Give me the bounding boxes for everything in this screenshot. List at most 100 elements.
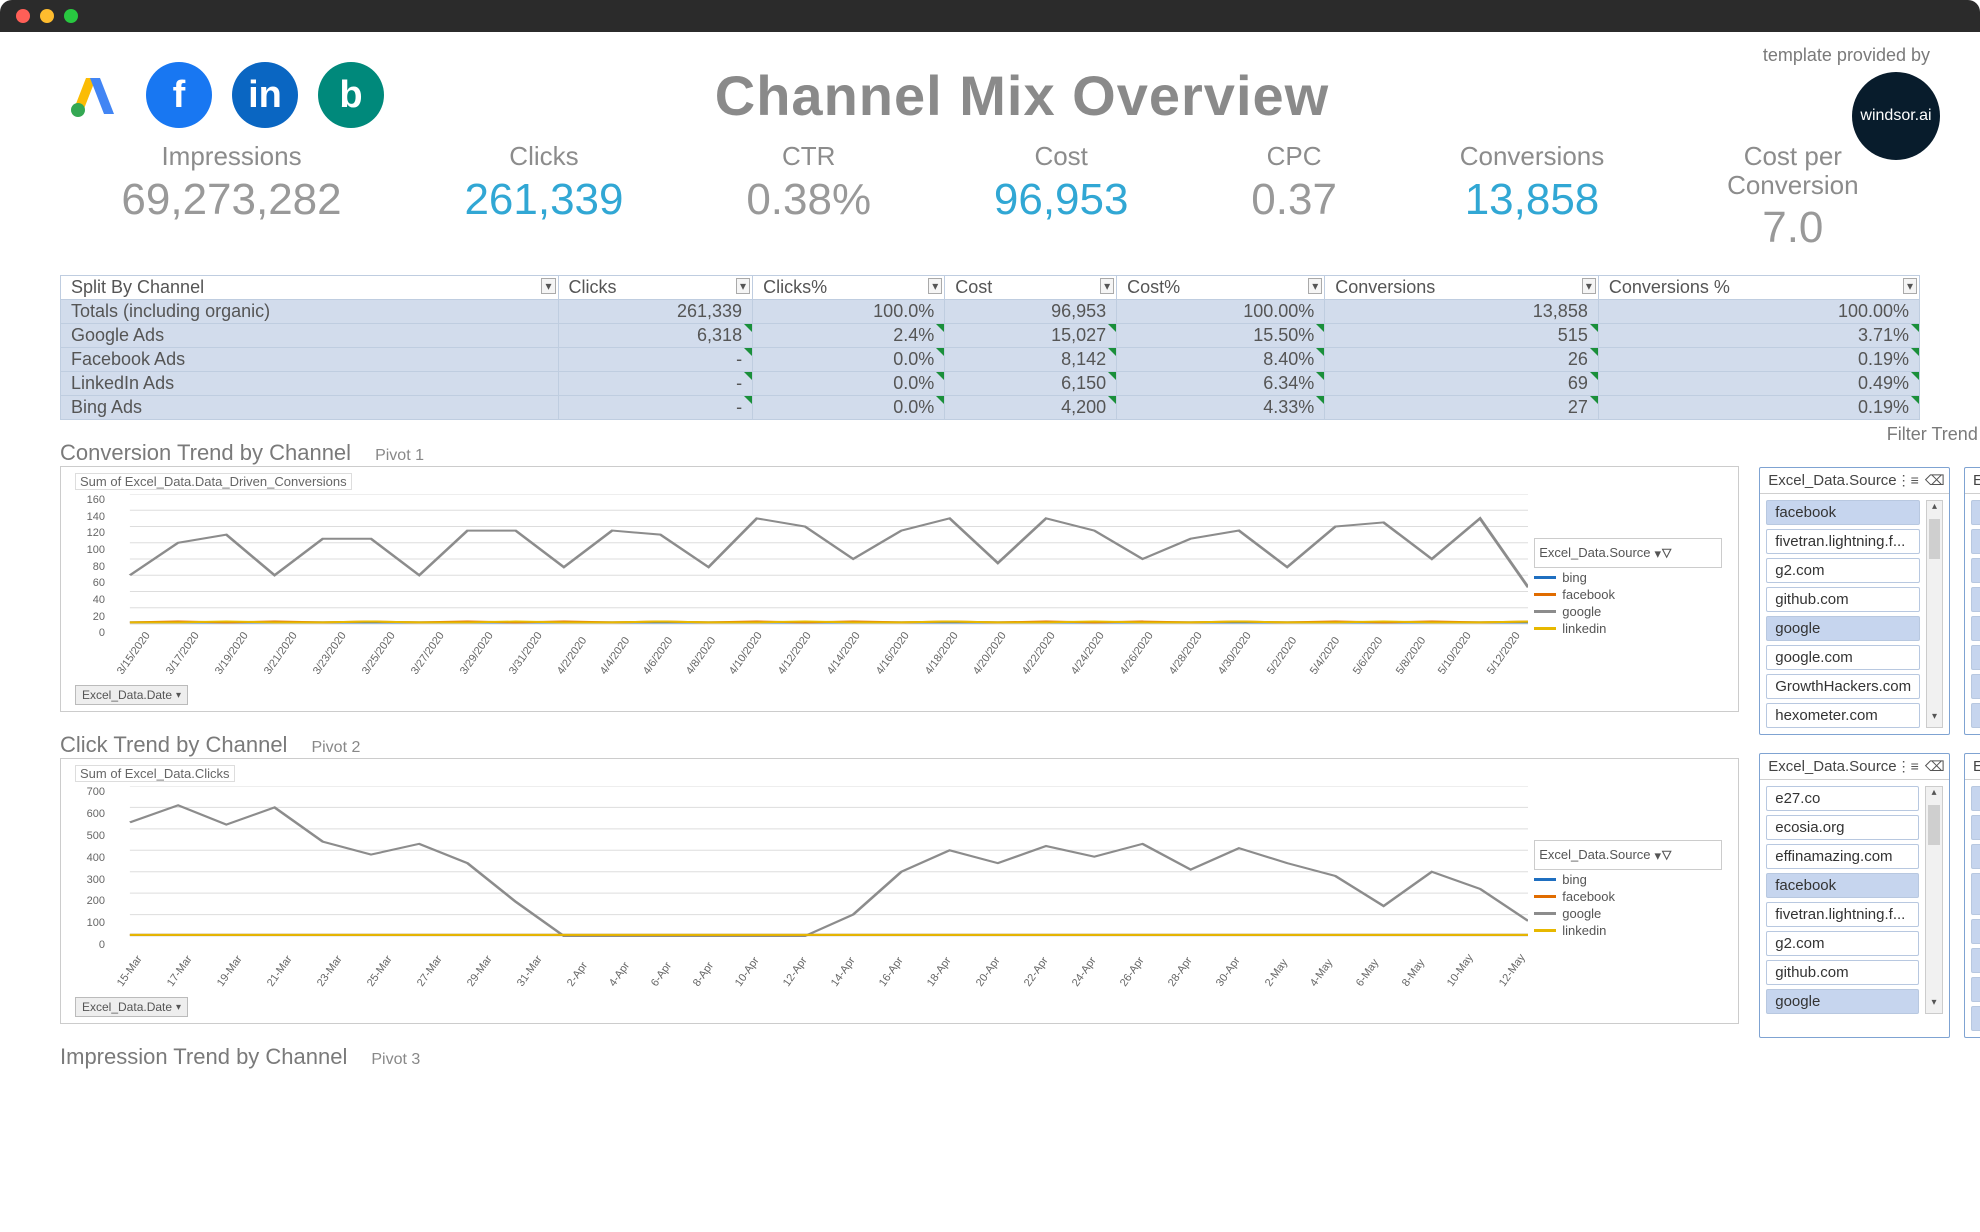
slicer-title: Excel_Data.Camp... bbox=[1973, 472, 1980, 489]
chart1-date-field[interactable]: Excel_Data.Date▾ bbox=[75, 685, 188, 705]
chart1-title: Conversion Trend by Channel bbox=[60, 440, 351, 466]
column-header[interactable]: Cost▾ bbox=[945, 276, 1117, 300]
slicer-item[interactable]: brand-search-global bbox=[1971, 616, 1980, 641]
filter-dropdown-icon[interactable]: ▾ bbox=[928, 278, 942, 294]
column-header[interactable]: Clicks%▾ bbox=[753, 276, 945, 300]
multi-select-icon[interactable]: ⋮≡ bbox=[1897, 758, 1919, 775]
google-ads-logo bbox=[60, 62, 126, 128]
filter-dropdown-icon[interactable]: ▾ bbox=[1582, 278, 1596, 294]
kpi-value: 261,339 bbox=[464, 175, 623, 225]
column-header[interactable]: Conversions▾ bbox=[1325, 276, 1599, 300]
legend-item[interactable]: bing bbox=[1534, 872, 1722, 887]
conversion-trend-chart: Sum of Excel_Data.Data_Driven_Conversion… bbox=[60, 466, 1739, 712]
filter-dropdown-icon[interactable]: ▾ bbox=[736, 278, 750, 294]
filter-dropdown-icon[interactable]: ▾ bbox=[541, 278, 555, 294]
slicer-item[interactable]: facebook bbox=[1766, 500, 1920, 525]
bing-logo: b bbox=[318, 62, 384, 128]
window-titlebar bbox=[0, 0, 1980, 32]
kpi-value: 13,858 bbox=[1460, 175, 1605, 225]
chart1-pivot: Pivot 1 bbox=[375, 447, 424, 465]
slicer-item[interactable]: How-to-load-your-... bbox=[1971, 977, 1980, 1002]
kpi-value: 69,273,282 bbox=[121, 175, 341, 225]
scrollbar[interactable]: ▴▾ bbox=[1925, 786, 1943, 1014]
column-header[interactable]: Clicks▾ bbox=[558, 276, 753, 300]
filter-icon[interactable]: ▾🜄 bbox=[1655, 540, 1673, 566]
filter-dropdown-icon[interactable]: ▾ bbox=[1308, 278, 1322, 294]
close-window[interactable] bbox=[16, 9, 30, 23]
legend-item[interactable]: facebook bbox=[1534, 889, 1722, 904]
slicer-item[interactable]: hexometer.com bbox=[1766, 703, 1920, 728]
chart3-title: Impression Trend by Channel bbox=[60, 1044, 347, 1070]
column-header[interactable]: Conversions %▾ bbox=[1598, 276, 1919, 300]
facebook-logo: f bbox=[146, 62, 212, 128]
clear-filter-icon[interactable]: ⌫ bbox=[1925, 758, 1945, 775]
split-by-channel-table: Split By Channel▾Clicks▾Clicks%▾Cost▾Cos… bbox=[60, 275, 1920, 420]
table-row: LinkedIn Ads-0.0%6,1506.34%690.49% bbox=[61, 372, 1920, 396]
minimize-window[interactable] bbox=[40, 9, 54, 23]
slicer-item[interactable]: facebook bbox=[1971, 844, 1980, 869]
kpi-label: Impressions bbox=[121, 142, 341, 171]
slicer-item[interactable]: github.com bbox=[1766, 960, 1919, 985]
slicer-item[interactable]: facebook bbox=[1766, 873, 1919, 898]
slicer-item[interactable]: github.com bbox=[1766, 587, 1920, 612]
chart3-pivot: Pivot 3 bbox=[371, 1051, 420, 1069]
legend-item[interactable]: google bbox=[1534, 604, 1722, 619]
linkedin-logo: in bbox=[232, 62, 298, 128]
slicer-item[interactable]: g2.com bbox=[1766, 931, 1919, 956]
slicer-item[interactable]: crm-to-ga-EP bbox=[1971, 815, 1980, 840]
slicer-item[interactable]: bing bbox=[1971, 587, 1980, 612]
slicer-item[interactable]: g2.com bbox=[1766, 558, 1920, 583]
clear-filter-icon[interactable]: ⌫ bbox=[1925, 472, 1945, 489]
slicer-item[interactable]: google bbox=[1766, 989, 1919, 1014]
slicer-item[interactable]: e27.co bbox=[1766, 786, 1919, 811]
legend-item[interactable]: bing bbox=[1534, 570, 1722, 585]
legend-item[interactable]: facebook bbox=[1534, 587, 1722, 602]
kpi-label: CTR bbox=[746, 142, 871, 171]
slicer-item[interactable]: google.com bbox=[1766, 645, 1920, 670]
slicer-item[interactable]: free-trial bbox=[1971, 919, 1980, 944]
template-provided-by: template provided by bbox=[1763, 45, 1930, 66]
slicer-item[interactable]: google bbox=[1766, 616, 1920, 641]
slicer-item[interactable]: competitor global bbox=[1971, 645, 1980, 670]
page-title: Channel Mix Overview bbox=[384, 63, 1660, 128]
slicer-item[interactable]: GrowthHackers.com bbox=[1766, 674, 1920, 699]
slicer-item[interactable]: google bbox=[1971, 948, 1980, 973]
windsor-logo: windsor.ai bbox=[1852, 72, 1940, 160]
slicer: Excel_Data.Source⋮≡⌫facebookfivetran.lig… bbox=[1759, 467, 1950, 735]
legend-item[interactable]: linkedin bbox=[1534, 621, 1722, 636]
slicer-item[interactable]: linkedin bbox=[1971, 1006, 1980, 1031]
slicer-item[interactable]: crm-to-ga-EP bbox=[1971, 703, 1980, 728]
kpi-value: 7.0 bbox=[1727, 203, 1859, 253]
kpi-value: 96,953 bbox=[994, 175, 1129, 225]
filter-icon[interactable]: ▾🜄 bbox=[1655, 842, 1673, 868]
slicer-item[interactable]: fivetran.lightning.f... bbox=[1766, 902, 1919, 927]
maximize-window[interactable] bbox=[64, 9, 78, 23]
slicer-item[interactable]: attribution-modelli... bbox=[1971, 558, 1980, 583]
slicer-item[interactable]: competitor-search2 bbox=[1971, 786, 1980, 811]
slicer-title: Excel_Data.Source bbox=[1768, 758, 1896, 775]
filter-dropdown-icon[interactable]: ▾ bbox=[1100, 278, 1114, 294]
chart2-title: Click Trend by Channel bbox=[60, 732, 287, 758]
slicer-item[interactable]: fivetran.lightning.f... bbox=[1766, 529, 1920, 554]
slicer-item[interactable]: competitor-search2 bbox=[1971, 674, 1980, 699]
table-row: Totals (including organic)261,339100.0%9… bbox=[61, 300, 1920, 324]
slicer-item[interactable]: facebook-data-goo... bbox=[1971, 873, 1980, 915]
slicer-item[interactable]: (not set) bbox=[1971, 500, 1980, 525]
slicer-item[interactable]: Attribution-modelli... bbox=[1971, 529, 1980, 554]
kpi-label: Cost perConversion bbox=[1727, 142, 1859, 199]
kpi-label: Cost bbox=[994, 142, 1129, 171]
legend-item[interactable]: google bbox=[1534, 906, 1722, 921]
legend-title[interactable]: Excel_Data.Source ▾🜄 bbox=[1534, 840, 1722, 870]
filter-dropdown-icon[interactable]: ▾ bbox=[1903, 278, 1917, 294]
slicer: Excel_Data.Camp...⋮≡⌫(not set)Attributio… bbox=[1964, 467, 1980, 735]
scrollbar[interactable]: ▴▾ bbox=[1926, 500, 1943, 728]
legend-title[interactable]: Excel_Data.Source ▾🜄 bbox=[1534, 538, 1722, 568]
multi-select-icon[interactable]: ⋮≡ bbox=[1897, 472, 1919, 489]
column-header[interactable]: Cost%▾ bbox=[1117, 276, 1325, 300]
legend-item[interactable]: linkedin bbox=[1534, 923, 1722, 938]
chart2-date-field[interactable]: Excel_Data.Date▾ bbox=[75, 997, 188, 1017]
slicer-item[interactable]: effinamazing.com bbox=[1766, 844, 1919, 869]
table-row: Bing Ads-0.0%4,2004.33%270.19% bbox=[61, 396, 1920, 420]
column-header[interactable]: Split By Channel▾ bbox=[61, 276, 559, 300]
slicer-item[interactable]: ecosia.org bbox=[1766, 815, 1919, 840]
